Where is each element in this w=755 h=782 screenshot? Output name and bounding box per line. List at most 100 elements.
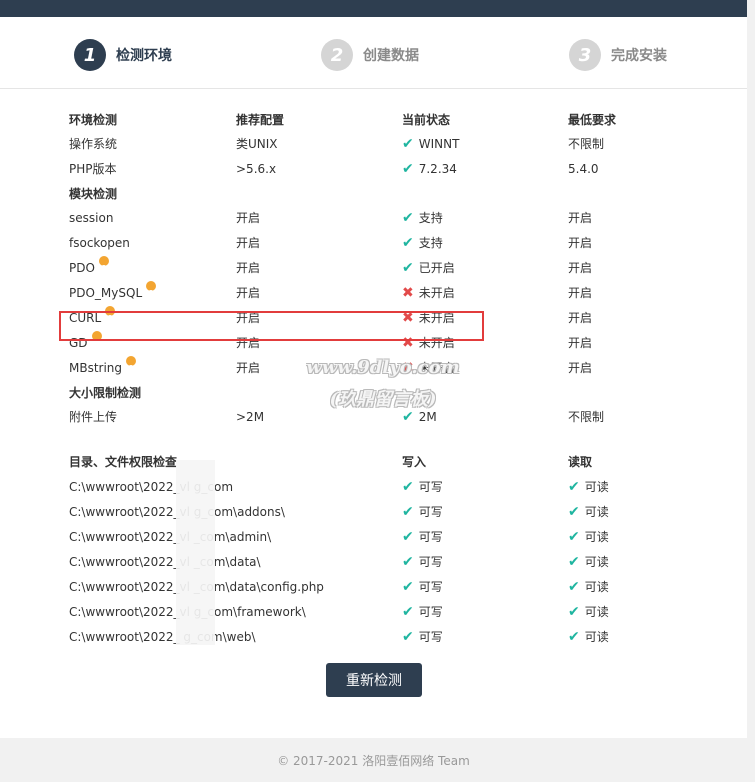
row-status: ✔ 7.2.34 <box>402 157 457 182</box>
row-minimum: 开启 <box>568 361 593 375</box>
table-row: MBstring? 开启 ✖ 未开启 开启 <box>69 356 669 381</box>
table-row: 操作系统 类UNIX ✔ WINNT 不限制 <box>69 132 669 157</box>
header-minimum: 最低要求 <box>568 113 617 127</box>
dir-path: C:\wwwroot\2022_ g_com\web\ <box>69 630 256 644</box>
status-text: 可读 <box>584 630 609 644</box>
status-text: 可写 <box>418 530 443 544</box>
check-icon: ✔ <box>568 579 580 595</box>
env-table-header: 环境检测 推荐配置 当前状态 最低要求 <box>69 108 669 133</box>
read-status: ✔ 可读 <box>568 525 609 550</box>
question-icon[interactable]: ? <box>146 281 157 298</box>
row-recommended: 开启 <box>236 261 261 275</box>
status-text: 可读 <box>584 530 609 544</box>
row-minimum: 5.4.0 <box>568 162 599 176</box>
recheck-button[interactable]: 重新检测 <box>326 663 422 697</box>
row-status: ✔ 2M <box>402 405 437 430</box>
header-dir: 目录、文件权限检查 <box>69 455 178 469</box>
status-text: 2M <box>418 410 437 424</box>
row-minimum: 开启 <box>568 286 593 300</box>
check-icon: ✔ <box>402 554 414 570</box>
write-status: ✔ 可写 <box>402 550 443 575</box>
highlight-box <box>59 311 484 341</box>
table-row: C:\wwwroot\2022_vl _com\data\ ✔ 可写 ✔ 可读 <box>69 550 669 575</box>
row-status: ✔ 支持 <box>402 231 443 256</box>
check-icon: ✔ <box>568 529 580 545</box>
table-row: PHP版本 >5.6.x ✔ 7.2.34 5.4.0 <box>69 157 669 182</box>
table-row: PDO? 开启 ✔ 已开启 开启 <box>69 256 669 281</box>
step-create-data[interactable]: 2 创建数据 <box>321 38 419 72</box>
header-recommended: 推荐配置 <box>236 113 285 127</box>
header-current: 当前状态 <box>402 113 451 127</box>
check-icon: ✔ <box>568 604 580 620</box>
row-name: 附件上传 <box>69 410 118 424</box>
read-status: ✔ 可读 <box>568 475 609 500</box>
row-status: ✔ 支持 <box>402 206 443 231</box>
table-row: session 开启 ✔ 支持 开启 <box>69 206 669 231</box>
read-status: ✔ 可读 <box>568 550 609 575</box>
header-read: 读取 <box>568 455 593 469</box>
row-minimum: 开启 <box>568 211 593 225</box>
section-title: 模块检测 <box>69 187 118 201</box>
status-text: 可读 <box>584 605 609 619</box>
row-name: PHP版本 <box>69 162 117 176</box>
module-name: MBstring <box>69 361 123 375</box>
step-number-1: 1 <box>74 39 106 71</box>
table-row: 附件上传 >2M ✔ 2M 不限制 <box>69 405 669 430</box>
status-text: 支持 <box>418 236 443 250</box>
status-text: 可写 <box>418 480 443 494</box>
table-row: C:\wwwroot\2022_ g_com\web\ ✔ 可写 ✔ 可读 <box>69 625 669 650</box>
cross-icon: ✖ <box>402 285 414 301</box>
row-recommended: 开启 <box>236 236 261 250</box>
row-minimum: 开启 <box>568 336 593 350</box>
header-env: 环境检测 <box>69 113 118 127</box>
table-row: fsockopen 开启 ✔ 支持 开启 <box>69 231 669 256</box>
row-status: ✔ 已开启 <box>402 256 455 281</box>
step-label: 检测环境 <box>116 48 172 64</box>
step-label: 创建数据 <box>363 48 419 64</box>
check-icon: ✔ <box>402 504 414 520</box>
status-text: 可读 <box>584 555 609 569</box>
table-row: C:\wwwroot\2022_vl _com\admin\ ✔ 可写 ✔ 可读 <box>69 525 669 550</box>
check-icon: ✔ <box>568 479 580 495</box>
row-recommended: 类UNIX <box>236 137 278 151</box>
table-row: C:\wwwroot\2022_vl g_com\framework\ ✔ 可写 … <box>69 600 669 625</box>
write-status: ✔ 可写 <box>402 575 443 600</box>
question-icon[interactable]: ? <box>126 356 137 373</box>
read-status: ✔ 可读 <box>568 575 609 600</box>
write-status: ✔ 可写 <box>402 625 443 650</box>
section-title: 大小限制检测 <box>69 386 142 400</box>
row-minimum: 不限制 <box>568 410 605 424</box>
row-minimum: 不限制 <box>568 137 605 151</box>
check-icon: ✔ <box>402 161 414 177</box>
step-check-environment[interactable]: 1 检测环境 <box>74 38 172 72</box>
check-icon: ✔ <box>402 529 414 545</box>
cross-icon: ✖ <box>402 360 414 376</box>
size-section-title: 大小限制检测 <box>69 381 669 406</box>
check-icon: ✔ <box>402 409 414 425</box>
row-status: ✔ WINNT <box>402 132 459 157</box>
table-row: C:\wwwroot\2022_vl g_com\addons\ ✔ 可写 ✔ 可读 <box>69 500 669 525</box>
table-row: C:\wwwroot\2022_vl g_com ✔ 可写 ✔ 可读 <box>69 475 669 500</box>
status-text: WINNT <box>418 137 460 151</box>
check-icon: ✔ <box>402 629 414 645</box>
status-text: 可写 <box>418 505 443 519</box>
step-complete-install[interactable]: 3 完成安装 <box>569 38 667 72</box>
row-status: ✖ 未开启 <box>402 356 455 381</box>
row-name: fsockopen <box>69 236 130 250</box>
step-number-2: 2 <box>321 39 353 71</box>
row-recommended: 开启 <box>236 211 261 225</box>
step-label: 完成安装 <box>611 48 667 64</box>
status-text: 可写 <box>418 555 443 569</box>
row-recommended: >5.6.x <box>236 162 277 176</box>
check-icon: ✔ <box>568 629 580 645</box>
module-name: PDO_MySQL <box>69 286 143 300</box>
row-recommended: 开启 <box>236 361 261 375</box>
status-text: 可读 <box>584 580 609 594</box>
redaction-blur <box>176 460 215 645</box>
check-icon: ✔ <box>568 504 580 520</box>
check-icon: ✔ <box>402 604 414 620</box>
status-text: 支持 <box>418 211 443 225</box>
install-steps: 1 检测环境 2 创建数据 3 完成安装 <box>0 17 747 89</box>
table-row: PDO_MySQL? 开启 ✖ 未开启 开启 <box>69 281 669 306</box>
question-icon[interactable]: ? <box>98 256 109 273</box>
